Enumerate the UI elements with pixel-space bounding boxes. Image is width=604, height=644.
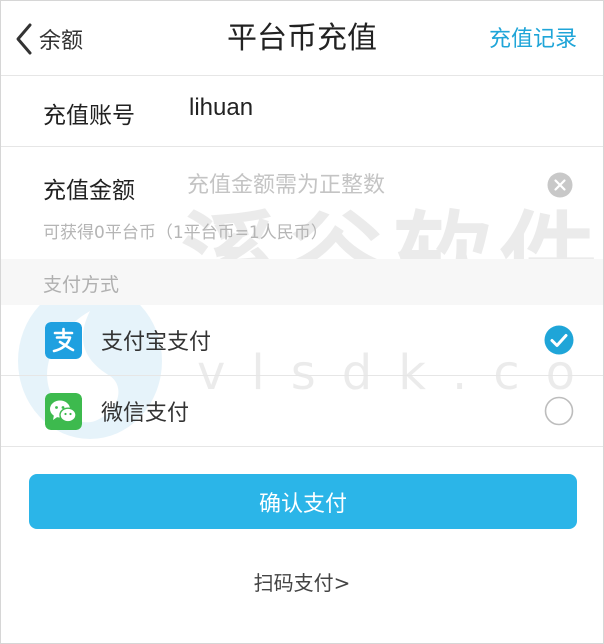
conversion-hint: 可获得0平台币（1平台币=1人民币）	[43, 223, 328, 243]
radio-checked-icon[interactable]	[544, 325, 574, 355]
clear-icon[interactable]	[547, 172, 573, 198]
payment-option-wechat[interactable]: 微信支付	[1, 376, 603, 447]
amount-input[interactable]	[187, 167, 517, 203]
radio-unchecked-icon[interactable]	[544, 396, 574, 426]
recharge-page: 溪谷软件 vlsdk.com 余额 平台币充值 充值记录 充值账号 lihuan…	[0, 0, 604, 644]
recharge-records-link[interactable]: 充值记录	[489, 23, 577, 57]
back-button[interactable]: 余额	[13, 19, 83, 59]
nav-header: 余额 平台币充值 充值记录	[1, 1, 603, 76]
alipay-label: 支付宝支付	[101, 330, 212, 355]
payment-section-header: 支付方式	[1, 259, 603, 305]
alipay-icon	[45, 322, 82, 359]
account-value: lihuan	[189, 94, 254, 121]
back-label: 余额	[39, 29, 84, 54]
wechat-label: 微信支付	[101, 401, 190, 426]
amount-label: 充值金额	[43, 178, 135, 204]
chevron-left-icon	[16, 23, 32, 55]
account-label: 充值账号	[43, 103, 135, 129]
scan-pay-link[interactable]: 扫码支付>	[1, 567, 603, 596]
payment-option-alipay[interactable]: 支付宝支付	[1, 305, 603, 376]
account-row: 充值账号 lihuan	[1, 76, 603, 147]
payment-section-title: 支付方式	[43, 274, 120, 296]
confirm-payment-button[interactable]: 确认支付	[29, 474, 577, 529]
wechat-icon	[45, 393, 82, 430]
